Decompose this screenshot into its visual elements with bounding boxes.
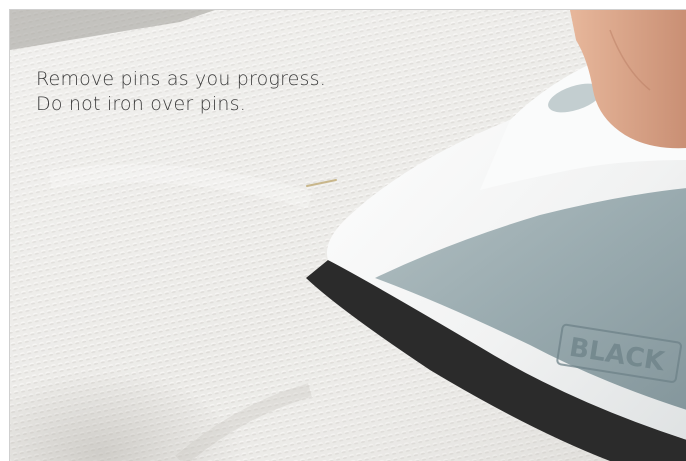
instruction-caption: Remove pins as you progress. Do not iron… bbox=[36, 67, 326, 117]
caption-line-1: Remove pins as you progress. bbox=[36, 68, 326, 90]
caption-line-2: Do not iron over pins. bbox=[36, 93, 246, 115]
photo-frame: BLACK Remove pins as you progress. Do no… bbox=[9, 9, 686, 461]
